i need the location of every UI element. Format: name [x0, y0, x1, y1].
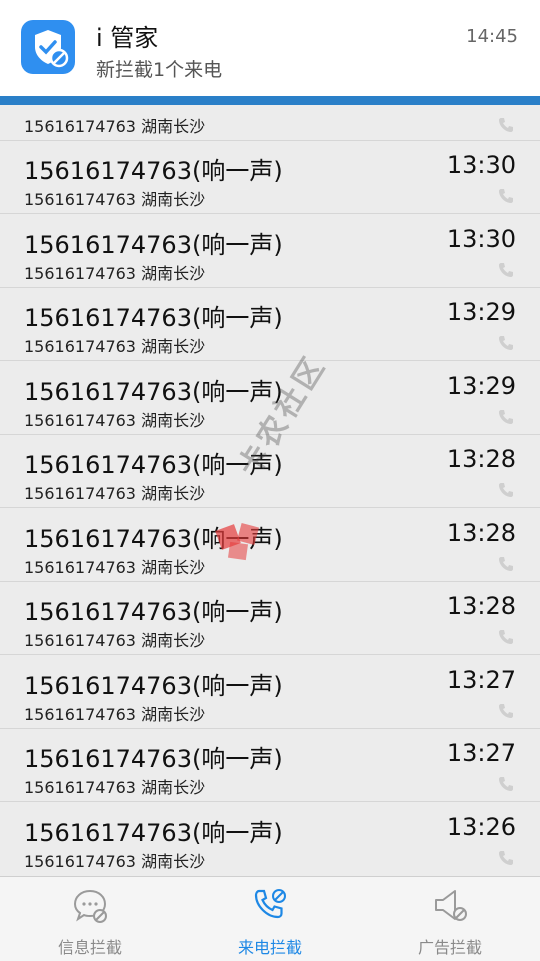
- call-time: 13:27: [446, 739, 516, 767]
- caller-number: 15616174763(响一声): [24, 157, 283, 185]
- call-location: 15616174763 湖南长沙: [24, 263, 206, 283]
- phone-icon: [499, 483, 513, 497]
- list-item[interactable]: 15616174763 湖南长沙: [0, 105, 540, 141]
- list-item[interactable]: 15616174763(响一声) 13:27 15616174763 湖南长沙: [0, 656, 540, 729]
- phone-icon: [499, 630, 513, 644]
- call-time: 13:26: [446, 812, 516, 841]
- call-time: 13:27: [446, 665, 516, 694]
- phone-icon: [499, 556, 513, 571]
- caller-number: 15616174763(响一声): [24, 745, 283, 773]
- phone-icon: [499, 703, 513, 718]
- list-item[interactable]: 15616174763(响一声) 13:28 15616174763 湖南长沙: [0, 582, 540, 655]
- shield-check-icon: [21, 20, 75, 74]
- phone-block-icon: [254, 889, 286, 919]
- call-location: 15616174763 湖南长沙: [24, 557, 206, 577]
- list-item[interactable]: 15616174763(响一声) 13:29 15616174763 湖南长沙: [0, 362, 540, 435]
- phone-icon: [499, 336, 513, 350]
- tab-message-block[interactable]: 信息拦截: [0, 877, 180, 961]
- notification-time: 14:45: [466, 26, 518, 47]
- call-time: 13:28: [446, 445, 516, 473]
- caller-number: 15616174763(响一声): [24, 598, 283, 626]
- call-location: 15616174763 湖南长沙: [24, 484, 206, 503]
- call-location: 15616174763 湖南长沙: [24, 704, 206, 724]
- banner-divider: [0, 96, 540, 105]
- notification-banner[interactable]: i 管家 新拦截1个来电 14:45: [0, 0, 540, 96]
- call-time: 13:28: [446, 592, 516, 620]
- phone-icon: [499, 850, 513, 865]
- notification-app-name: i 管家: [96, 24, 159, 52]
- message-block-icon: [73, 889, 107, 923]
- list-item[interactable]: 15616174763(响一声) 13:29 15616174763 湖南长沙: [0, 288, 540, 361]
- speaker-block-icon: [435, 890, 467, 921]
- list-item[interactable]: 15616174763(响一声) 13:27 15616174763 湖南长沙: [0, 729, 540, 802]
- call-time: 13:30: [446, 224, 516, 253]
- call-location: 15616174763 湖南长沙: [24, 190, 206, 209]
- call-location: 15616174763 湖南长沙: [24, 410, 206, 430]
- caller-number: 15616174763(响一声): [24, 377, 283, 406]
- list-item[interactable]: 15616174763(响一声) 13:30 15616174763 湖南长沙: [0, 141, 540, 214]
- caller-number: 15616174763(响一声): [24, 818, 283, 847]
- phone-icon: [499, 777, 513, 791]
- caller-number: 15616174763(响一声): [24, 304, 283, 332]
- list-item[interactable]: 15616174763(响一声) 13:28 15616174763 湖南长沙: [0, 435, 540, 508]
- phone-icon: [499, 189, 513, 203]
- list-item[interactable]: 15616174763(响一声) 13:30 15616174763 湖南长沙: [0, 215, 540, 288]
- caller-number: 15616174763(响一声): [24, 524, 283, 553]
- notification-message: 新拦截1个来电: [96, 59, 223, 81]
- call-location: 15616174763 湖南长沙: [24, 778, 206, 797]
- call-location: 15616174763 湖南长沙: [24, 851, 206, 871]
- caller-number: 15616174763(响一声): [24, 671, 283, 700]
- tab-label: 信息拦截: [57, 938, 122, 957]
- call-time: 13:30: [446, 151, 516, 179]
- call-time: 13:29: [446, 371, 516, 400]
- call-location: 15616174763 湖南长沙: [24, 117, 206, 136]
- caller-number: 15616174763(响一声): [24, 230, 283, 259]
- caller-number: 15616174763(响一声): [24, 451, 283, 479]
- list-item[interactable]: 15616174763(响一声) 13:28 15616174763 湖南长沙: [0, 509, 540, 582]
- tab-label: 广告拦截: [417, 938, 482, 957]
- call-location: 15616174763 湖南长沙: [24, 337, 206, 356]
- tab-call-block[interactable]: 来电拦截: [180, 877, 360, 961]
- phone-icon: [499, 409, 513, 424]
- phone-icon: [499, 262, 513, 277]
- blocked-call-list[interactable]: 15616174763 湖南长沙 15616174763(响一声) 13:30 15…: [0, 105, 540, 875]
- bottom-tab-bar: 信息拦截 来电拦截 广告拦截: [0, 876, 540, 961]
- list-item[interactable]: 15616174763(响一声) 13:26 15616174763 湖南长沙: [0, 803, 540, 875]
- call-time: 13:28: [446, 518, 516, 547]
- tab-ad-block[interactable]: 广告拦截: [360, 877, 540, 961]
- tab-label: 来电拦截: [237, 938, 302, 957]
- call-time: 13:29: [446, 298, 516, 326]
- call-location: 15616174763 湖南长沙: [24, 631, 206, 650]
- phone-icon: [499, 118, 513, 132]
